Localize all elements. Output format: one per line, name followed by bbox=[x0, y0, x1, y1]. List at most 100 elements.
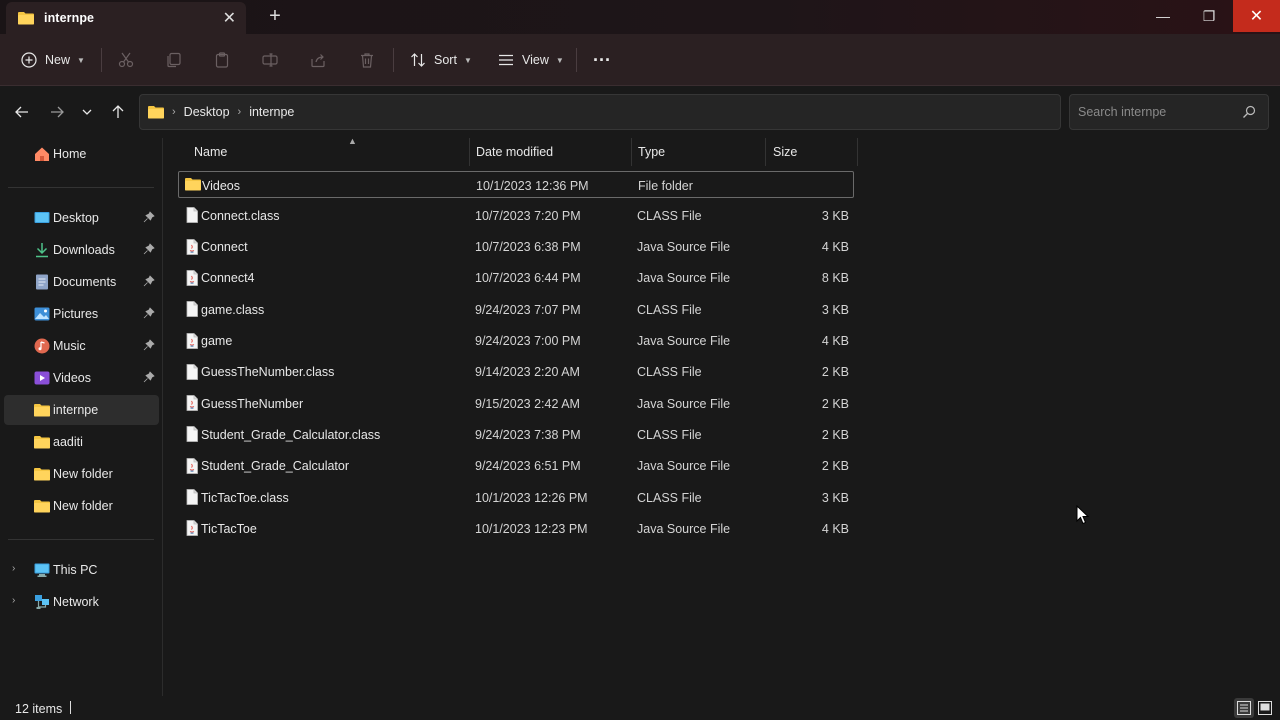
back-button[interactable] bbox=[12, 102, 32, 122]
cut-button[interactable] bbox=[117, 34, 135, 86]
file-name: Student_Grade_Calculator bbox=[201, 459, 350, 474]
breadcrumb-internpe[interactable]: internpe bbox=[249, 105, 294, 119]
paste-button[interactable] bbox=[213, 34, 231, 86]
sidebar-item-documents[interactable]: Documents bbox=[4, 267, 159, 297]
file-date-modified: 9/24/2023 6:51 PM bbox=[475, 459, 581, 474]
separator bbox=[101, 48, 102, 72]
file-name: GuessTheNumber.class bbox=[201, 365, 335, 380]
chevron-right-icon[interactable]: › bbox=[12, 563, 15, 574]
column-header-size[interactable]: Size bbox=[767, 138, 857, 166]
file-row[interactable]: game 9/24/2023 7:00 PM Java Source File 4 K… bbox=[178, 328, 854, 355]
column-divider[interactable] bbox=[765, 138, 766, 166]
sidebar-item-videos[interactable]: Videos bbox=[4, 363, 159, 393]
chevron-right-icon[interactable]: › bbox=[12, 595, 15, 606]
sidebar-item-downloads[interactable]: Downloads bbox=[4, 235, 159, 265]
file-row[interactable]: TicTacToe 10/1/2023 12:23 PM Java Source F… bbox=[178, 515, 854, 542]
file-type: Java Source File bbox=[637, 396, 731, 411]
maximize-button[interactable]: ❐ bbox=[1186, 0, 1232, 32]
sidebar-item-label: Videos bbox=[53, 371, 91, 385]
breadcrumb-desktop[interactable]: Desktop bbox=[184, 105, 230, 119]
copy-button[interactable] bbox=[165, 34, 183, 86]
folder-icon bbox=[148, 106, 164, 119]
sidebar-item-label: aaditi bbox=[53, 435, 83, 449]
file-row[interactable]: Student_Grade_Calculator 9/24/2023 6:51 P… bbox=[178, 453, 854, 480]
file-icon bbox=[184, 489, 200, 505]
sidebar-item-pictures[interactable]: Pictures bbox=[4, 299, 159, 329]
file-date-modified: 10/7/2023 7:20 PM bbox=[475, 208, 581, 223]
sidebar-item-internpe[interactable]: internpe bbox=[4, 395, 159, 425]
new-button[interactable]: New ▼ bbox=[20, 34, 85, 86]
folder-icon bbox=[18, 12, 34, 25]
file-type: Java Source File bbox=[637, 240, 731, 255]
file-row[interactable]: Connect 10/7/2023 6:38 PM Java Source File… bbox=[178, 234, 854, 261]
column-header-date[interactable]: Date modified bbox=[470, 138, 631, 166]
column-divider[interactable] bbox=[857, 138, 858, 166]
forward-button[interactable] bbox=[47, 102, 67, 122]
tab-internpe[interactable]: internpe ✕ bbox=[6, 2, 246, 34]
sidebar-item-music[interactable]: Music bbox=[4, 331, 159, 361]
pin-icon[interactable] bbox=[143, 275, 155, 287]
tab-close-icon[interactable]: ✕ bbox=[223, 8, 236, 28]
view-list-icon bbox=[497, 51, 515, 69]
pin-icon[interactable] bbox=[143, 307, 155, 319]
sidebar-item-desktop[interactable]: Desktop bbox=[4, 203, 159, 233]
pin-icon[interactable] bbox=[143, 371, 155, 383]
pin-icon[interactable] bbox=[143, 339, 155, 351]
file-row[interactable]: Student_Grade_Calculator.class 9/24/2023 … bbox=[178, 421, 854, 448]
column-header-name[interactable]: Name ▲ bbox=[188, 136, 469, 166]
sidebar-item-new-folder[interactable]: New folder bbox=[4, 459, 159, 489]
rename-button[interactable] bbox=[261, 34, 279, 86]
file-row[interactable]: game.class 9/24/2023 7:07 PM CLASS File 3 K… bbox=[178, 296, 854, 323]
file-size bbox=[770, 172, 850, 199]
file-row[interactable]: Videos 10/1/2023 12:36 PM File folder bbox=[178, 171, 854, 198]
recent-locations-button[interactable] bbox=[77, 102, 97, 122]
sidebar-item-this-pc[interactable]: › This PC bbox=[4, 555, 159, 585]
file-row[interactable]: Connect.class 10/7/2023 7:20 PM CLASS File… bbox=[178, 202, 854, 229]
tab-title: internpe bbox=[44, 11, 95, 25]
file-row[interactable]: Connect4 10/7/2023 6:44 PM Java Source Fil… bbox=[178, 265, 854, 292]
sort-label: Sort bbox=[434, 53, 457, 67]
file-row[interactable]: GuessTheNumber 9/15/2023 2:42 AM Java Sour… bbox=[178, 390, 854, 417]
share-button[interactable] bbox=[309, 34, 327, 86]
file-row[interactable]: TicTacToe.class 10/1/2023 12:26 PM CLASS F… bbox=[178, 484, 854, 511]
minimize-button[interactable]: — bbox=[1140, 0, 1186, 32]
file-size: 2 KB bbox=[821, 427, 849, 442]
large-icons-view-button[interactable] bbox=[1255, 698, 1275, 718]
search-box[interactable] bbox=[1069, 94, 1269, 130]
pin-icon[interactable] bbox=[143, 211, 155, 223]
sort-button[interactable]: Sort ▼ bbox=[409, 34, 472, 86]
delete-button[interactable] bbox=[358, 34, 376, 86]
sidebar-item-label: Desktop bbox=[53, 211, 99, 225]
sidebar-item-label: Home bbox=[53, 147, 87, 161]
sidebar-item-label: Documents bbox=[53, 275, 117, 289]
more-options-button[interactable]: ··· bbox=[593, 34, 611, 86]
pin-icon[interactable] bbox=[143, 243, 155, 255]
file-type: File folder bbox=[638, 178, 693, 193]
sidebar-item-network[interactable]: › Network bbox=[4, 587, 159, 617]
sidebar-item-home[interactable]: Home bbox=[4, 139, 159, 169]
address-bar[interactable]: › Desktop › internpe bbox=[139, 94, 1188, 130]
chevron-right-icon: › bbox=[172, 106, 176, 118]
sidebar-item-aaditi[interactable]: aaditi bbox=[4, 427, 159, 457]
file-type: Java Source File bbox=[637, 334, 731, 348]
file-icon bbox=[184, 301, 200, 318]
file-row[interactable]: GuessTheNumber.class 9/14/2023 2:20 AM CLA… bbox=[178, 359, 854, 386]
search-input[interactable] bbox=[1078, 105, 1238, 119]
up-button[interactable] bbox=[108, 102, 128, 122]
file-type: CLASS File bbox=[637, 208, 702, 223]
videos-icon bbox=[34, 371, 50, 385]
file-icon bbox=[184, 207, 200, 224]
details-view-icon bbox=[1237, 701, 1251, 715]
file-date-modified: 9/14/2023 2:20 AM bbox=[475, 365, 580, 380]
search-icon[interactable] bbox=[1242, 105, 1256, 122]
file-icon bbox=[184, 426, 200, 443]
sidebar-item-new-folder-2[interactable]: New folder bbox=[4, 491, 159, 521]
new-tab-button[interactable]: + bbox=[266, 5, 284, 28]
file-size: 8 KB bbox=[821, 271, 849, 286]
view-button[interactable]: View ▼ bbox=[497, 34, 564, 86]
details-view-button[interactable] bbox=[1234, 698, 1254, 718]
document-icon bbox=[36, 274, 48, 290]
column-header-type[interactable]: Type bbox=[632, 138, 765, 166]
close-button[interactable]: ✕ bbox=[1233, 0, 1280, 32]
file-size: 4 KB bbox=[821, 334, 849, 348]
